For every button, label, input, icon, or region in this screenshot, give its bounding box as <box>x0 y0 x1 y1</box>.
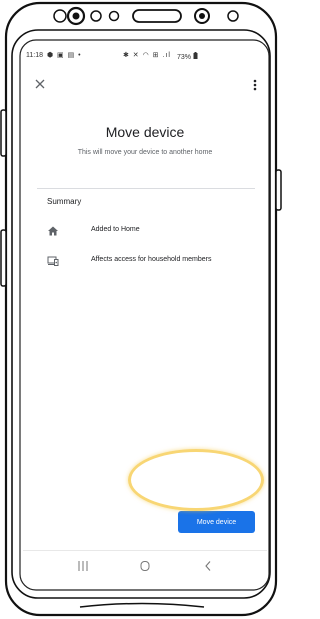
home-icon <box>47 224 59 236</box>
app-screen: 11:18 ⬢ ▣ ▤ • ✱ ✕ ◠ ⊞ .ıl 73% Move devic… <box>23 44 267 584</box>
system-nav-bar <box>23 552 267 580</box>
close-icon[interactable] <box>33 78 47 92</box>
section-divider <box>37 188 255 189</box>
summary-item-home: Added to Home <box>41 224 261 240</box>
home-circle-icon[interactable] <box>135 558 155 574</box>
notification-icons: ⬢ ▣ ▤ • <box>47 52 82 59</box>
page-title: Move device <box>105 124 185 140</box>
status-bar: 11:18 ⬢ ▣ ▤ • ✱ ✕ ◠ ⊞ .ıl 73% <box>23 50 267 64</box>
summary-item-label: Added to Home <box>91 226 140 233</box>
devices-icon <box>47 254 59 266</box>
summary-heading: Summary <box>47 197 82 206</box>
battery-icon <box>193 52 198 59</box>
recent-apps-icon[interactable] <box>73 558 93 574</box>
more-vert-icon[interactable] <box>249 77 261 93</box>
battery-percent: 73% <box>177 54 192 61</box>
summary-item-access: Affects access for household members <box>41 254 261 270</box>
status-time: 11:18 <box>26 52 43 59</box>
page-subtitle: This will move your device to another ho… <box>77 149 213 156</box>
battery-indicator: 73% <box>177 52 198 61</box>
summary-item-label: Affects access for household members <box>91 256 212 263</box>
nav-divider <box>23 550 267 551</box>
move-device-button[interactable]: Move device <box>178 511 255 533</box>
system-status-icons: ✱ ✕ ◠ ⊞ .ıl <box>123 52 171 59</box>
back-icon[interactable] <box>198 558 218 574</box>
